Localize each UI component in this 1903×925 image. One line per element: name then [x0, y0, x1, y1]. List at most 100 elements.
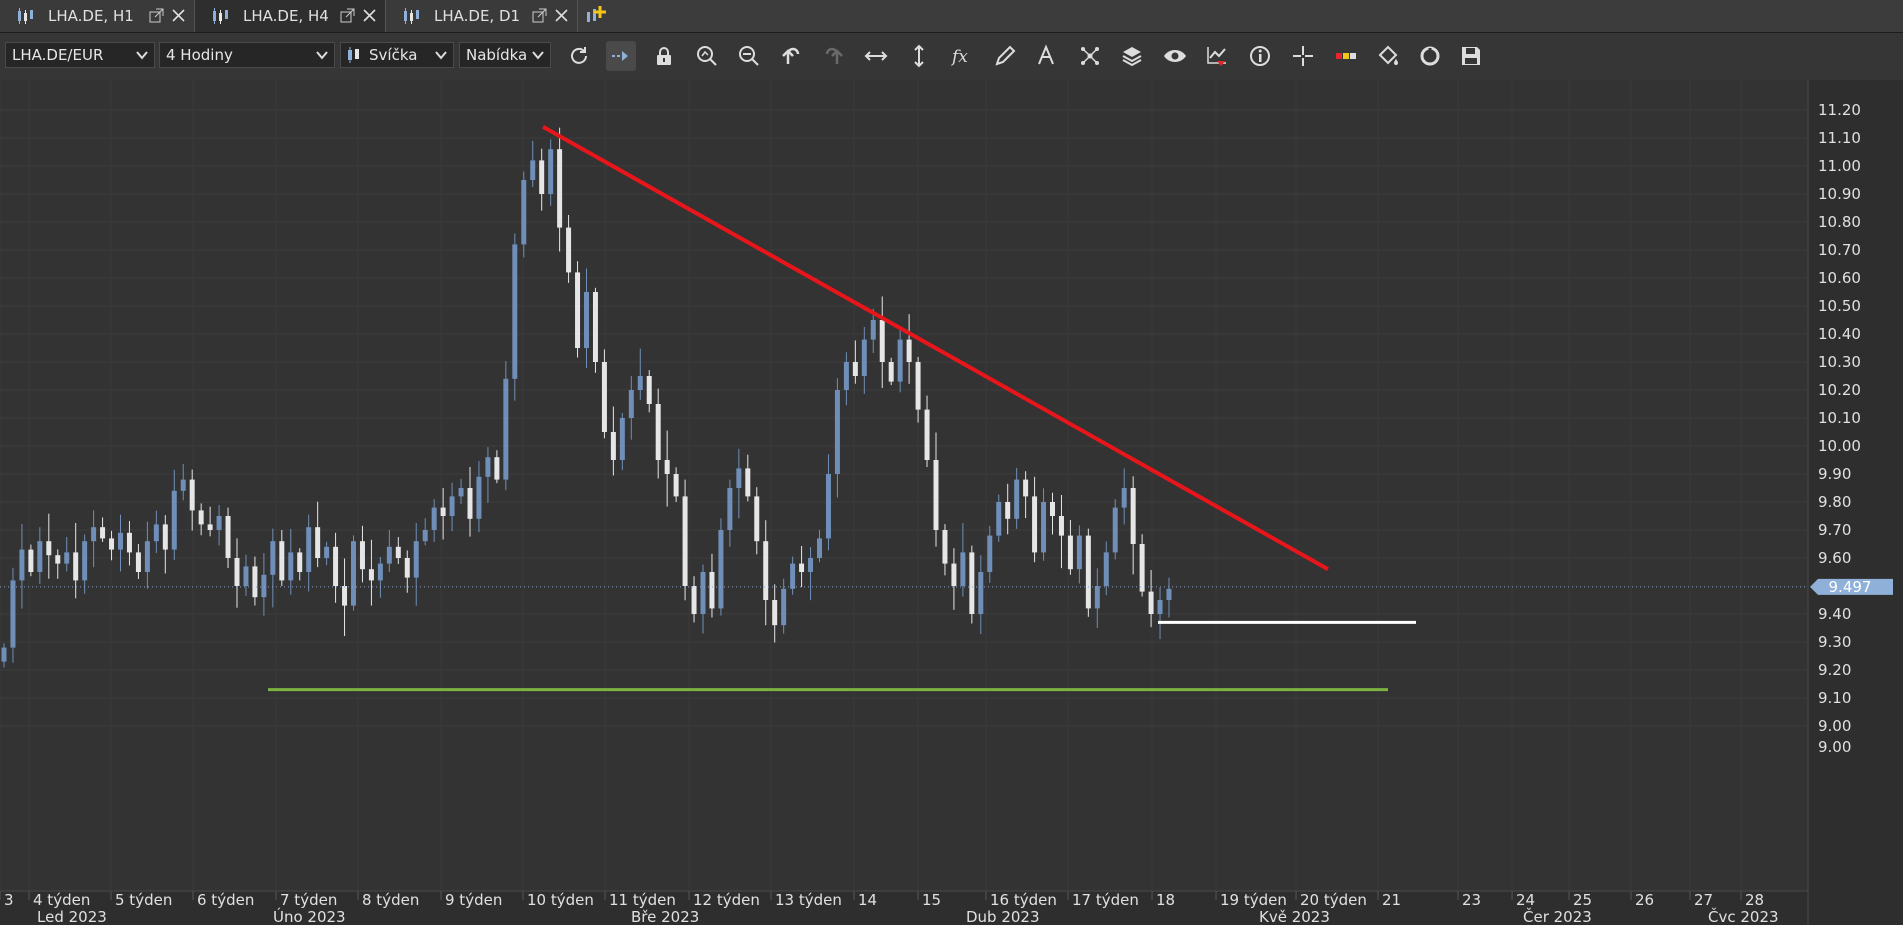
candle-body	[395, 546, 401, 558]
candle-body	[861, 339, 867, 376]
price-chart[interactable]: 11.20 11.10 11.00 10.90 10.80 10.70 10.60 10.50…	[0, 80, 1903, 925]
candle-body	[91, 527, 97, 542]
price-label: 10.60	[1818, 269, 1861, 287]
close-icon[interactable]	[362, 8, 377, 23]
week-label: 10 týden	[527, 891, 594, 909]
tab-lha-d1[interactable]: LHA.DE, D1	[386, 0, 578, 32]
popout-icon[interactable]	[532, 8, 547, 23]
price-label: 9.60	[1818, 549, 1851, 567]
redo-button[interactable]	[819, 41, 849, 71]
tab-lha-h4[interactable]: LHA.DE, H4	[194, 0, 386, 32]
candle-body	[55, 555, 61, 564]
candle-body	[1032, 496, 1038, 553]
candle-body	[584, 292, 589, 348]
candle-body	[225, 516, 231, 558]
price-label: 11.00	[1818, 157, 1861, 175]
candle-body	[888, 362, 894, 382]
add-chart-icon[interactable]	[584, 4, 608, 28]
candle-body	[404, 558, 410, 578]
save-button[interactable]	[1456, 41, 1486, 71]
candle-body	[1067, 535, 1073, 570]
shift-chart-icon	[612, 51, 628, 61]
popout-icon[interactable]	[149, 8, 164, 23]
month-label: Čvc 2023	[1708, 907, 1779, 925]
color-themes-button[interactable]	[1331, 41, 1361, 71]
shift-chart-button[interactable]	[606, 41, 636, 71]
candle-body	[709, 572, 715, 609]
candle-body	[503, 378, 509, 480]
candle-body	[521, 180, 527, 245]
chart-canvas[interactable]: 11.20 11.10 11.00 10.90 10.80 10.70 10.60 10.50…	[0, 80, 1903, 925]
candle-body	[664, 460, 670, 474]
layers-icon	[1122, 47, 1142, 67]
price-side-select[interactable]: Nabídka	[459, 42, 551, 68]
price-label: 11.10	[1818, 129, 1861, 147]
candle-body	[539, 160, 545, 194]
candle-body	[852, 362, 858, 376]
period-select[interactable]: 4 Hodiny	[159, 42, 335, 68]
tab-lha-h1[interactable]: LHA.DE, H1	[0, 0, 195, 32]
price-label: 10.10	[1818, 409, 1861, 427]
popout-icon[interactable]	[340, 8, 355, 23]
week-label: 4 týden	[33, 891, 90, 909]
candle-body	[951, 563, 957, 586]
fit-vertical-button[interactable]	[904, 41, 934, 71]
candle-body	[673, 474, 679, 497]
visibility-eye-icon	[1164, 50, 1186, 62]
close-icon[interactable]	[171, 8, 186, 23]
close-icon[interactable]	[554, 8, 569, 23]
instrument-select[interactable]: LHA.DE/EUR	[5, 42, 155, 68]
month-label: Úno 2023	[273, 907, 346, 925]
zoom-out-button[interactable]	[734, 41, 764, 71]
info-button[interactable]	[1245, 41, 1275, 71]
zoom-in-button[interactable]	[692, 41, 722, 71]
layers-button[interactable]	[1117, 41, 1147, 71]
plot-area[interactable]	[0, 80, 1808, 891]
candle-body	[790, 563, 796, 589]
undo-button[interactable]	[776, 41, 806, 71]
week-label: 18	[1156, 891, 1175, 909]
candle-body	[180, 479, 186, 491]
candle-body	[216, 516, 222, 530]
candle-body	[315, 527, 321, 558]
indicators-button[interactable]: fx	[947, 41, 977, 71]
candle-body	[817, 538, 822, 558]
text-tool-button[interactable]	[1032, 41, 1062, 71]
candle-body	[431, 507, 437, 530]
candle-body	[1058, 516, 1064, 536]
visibility-button[interactable]	[1160, 41, 1190, 71]
refresh-icon	[571, 47, 587, 64]
candle-body	[924, 409, 930, 460]
lock-button[interactable]	[649, 41, 679, 71]
crosshair-button[interactable]	[1288, 41, 1318, 71]
candle-body	[682, 496, 688, 586]
candle-body	[377, 563, 383, 581]
cycle-button[interactable]	[1415, 41, 1445, 71]
candle-body	[476, 476, 482, 519]
refresh-button[interactable]	[564, 41, 594, 71]
month-label: Led 2023	[37, 908, 107, 925]
tab-label: LHA.DE, H1	[48, 7, 134, 25]
price-label: 9.90	[1818, 465, 1851, 483]
candle-body	[10, 580, 16, 648]
candle-body	[261, 574, 267, 598]
candle-body	[207, 524, 213, 530]
chevron-down-icon	[136, 51, 148, 60]
candle-body	[135, 552, 141, 572]
candle-body	[942, 530, 948, 564]
paint-bucket-icon	[1378, 45, 1398, 65]
tab-label: LHA.DE, H4	[243, 7, 329, 25]
patterns-button[interactable]	[1075, 41, 1105, 71]
candle-body	[843, 362, 849, 390]
fit-horizontal-button[interactable]	[861, 41, 891, 71]
paint-bucket-button[interactable]	[1373, 41, 1403, 71]
candle-body	[1014, 479, 1020, 519]
alert-button[interactable]	[1202, 41, 1232, 71]
candle-body	[109, 538, 115, 550]
draw-button[interactable]	[990, 41, 1020, 71]
candle-body	[530, 160, 536, 180]
chart-type-select[interactable]: Svíčka	[340, 42, 454, 68]
patterns-icon	[1081, 47, 1099, 65]
candle-body	[324, 546, 330, 558]
week-label: 12 týden	[693, 891, 760, 909]
